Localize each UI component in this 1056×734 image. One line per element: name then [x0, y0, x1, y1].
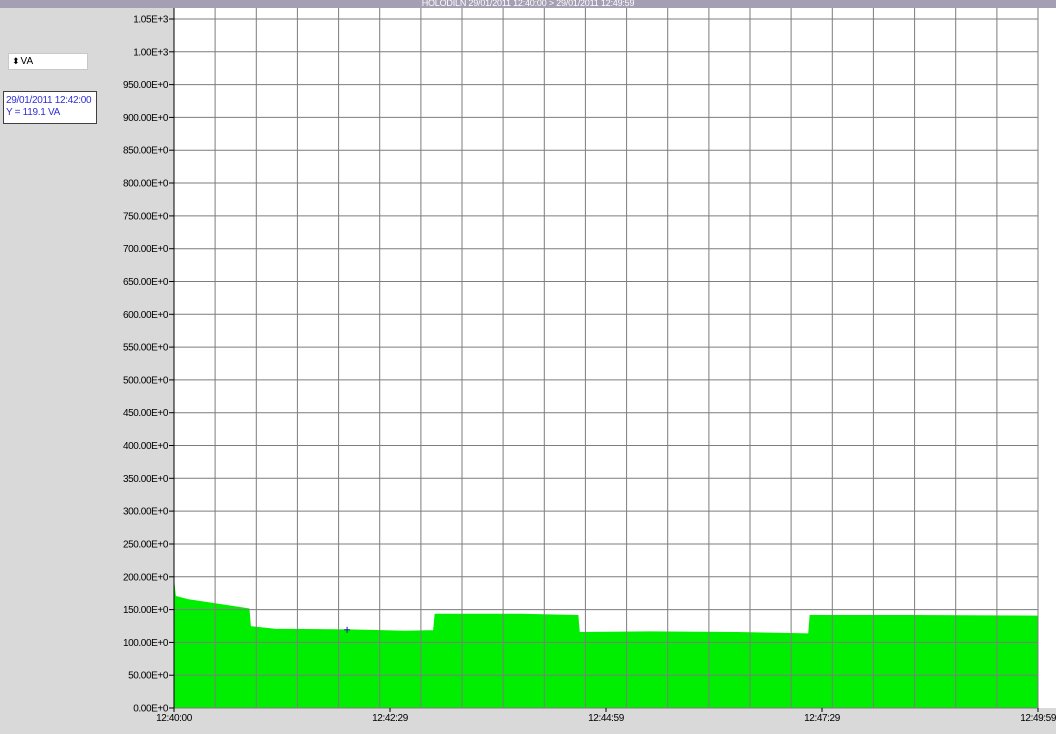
y-tick-label: 1.00E+3 [133, 47, 169, 58]
y-tick-label: 700.00E+0 [123, 244, 169, 255]
x-tick-label: 12:42:29 [372, 713, 409, 724]
x-tick-label: 12:40:00 [156, 713, 193, 724]
y-tick-label: 950.00E+0 [123, 80, 169, 91]
y-tick-label: 750.00E+0 [123, 211, 169, 222]
x-tick-label: 12:49:59 [1020, 713, 1056, 724]
x-tick-label: 12:44:59 [588, 713, 625, 724]
y-tick-label: 250.00E+0 [123, 540, 169, 551]
y-tick-label: 500.00E+0 [123, 375, 169, 386]
y-tick-label: 200.00E+0 [123, 572, 169, 583]
y-tick-label: 450.00E+0 [123, 408, 169, 419]
y-tick-label: 600.00E+0 [123, 310, 169, 321]
y-tick-label: 800.00E+0 [123, 179, 169, 190]
plot-area[interactable] [174, 8, 1056, 708]
chart[interactable]: 0.00E+050.00E+0100.00E+0150.00E+0200.00E… [0, 0, 1056, 734]
y-tick-label: 650.00E+0 [123, 277, 169, 288]
y-tick-label: 1.05E+3 [133, 15, 169, 26]
y-tick-label: 150.00E+0 [123, 605, 169, 616]
y-tick-label: 850.00E+0 [123, 146, 169, 157]
y-tick-label: 300.00E+0 [123, 507, 169, 518]
y-tick-label: 400.00E+0 [123, 441, 169, 452]
x-tick-label: 12:47:29 [804, 713, 841, 724]
y-tick-label: 350.00E+0 [123, 474, 169, 485]
y-tick-label: 50.00E+0 [128, 671, 169, 682]
y-tick-label: 900.00E+0 [123, 113, 169, 124]
y-tick-label: 100.00E+0 [123, 638, 169, 649]
y-tick-label: 550.00E+0 [123, 343, 169, 354]
